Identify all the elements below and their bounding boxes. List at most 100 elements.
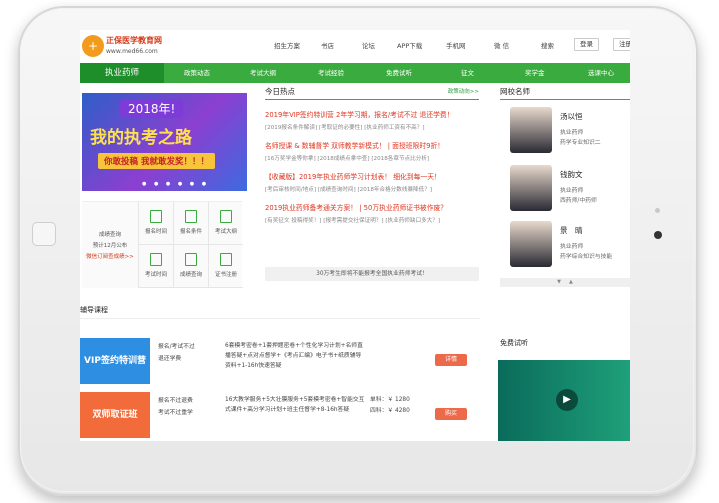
teachers-header: 网校名师 [500,85,630,100]
course-guarantee: 报名不过退费 考试不过重学 [158,398,193,416]
teacher-desc: 药学专业知识二 [560,140,601,146]
banner-slogan: 你敢投稿 我就敢发奖！！！ [98,153,215,169]
quick-reg-time[interactable]: 报名时间 [138,202,173,245]
teacher-desc: 西药师/中药师 [560,198,597,204]
register-button[interactable]: 注册 [613,38,630,51]
course-tag[interactable]: VIP签约特训营 [80,338,150,384]
topnav-enroll[interactable]: 招生方案 [274,40,300,50]
hot-news: 今日热点 政策动向>> 2019年VIP签约特训营 2年学习期，报名/考试不过 … [265,85,479,224]
quick-label: 报名条件 [179,229,202,235]
free-trial-video[interactable]: ▶ [498,360,630,441]
book-icon [220,210,232,223]
avatar [510,165,552,211]
hot-header: 今日热点 政策动向>> [265,85,479,100]
quick-outline[interactable]: 考试大纲 [208,202,243,245]
sensor-dot [655,208,660,213]
detail-button[interactable]: 详情 [435,354,467,366]
hot-title: 今日热点 [265,87,295,96]
banner-year: 2018年! [120,99,184,118]
topnav-mobile[interactable]: 手机网 [446,40,466,50]
nav-item-policy[interactable]: 政策动态 [184,63,210,83]
hot-headline[interactable]: 2019年VIP签约特训营 2年学习期，报名/考试不过 退还学费！ [265,109,479,119]
camera-icon [654,231,662,239]
quick-label: 证书注册 [214,272,237,278]
course-detail: 16大教学服务+5大壮膜服务+5套模考密卷+智能交互式课件+高分学习计划+班主任… [225,397,365,413]
teacher-card[interactable]: 钱韵文 执业药师 西药师/中药师 [500,163,630,213]
hot-sublinks[interactable]: [考后审核时间/地点] [成绩查询时间] [2018年合格分数线暴降低？] [265,185,479,193]
quick-label: 报名时间 [144,229,167,235]
courses-title: 辅导课程 [80,306,108,314]
teacher-role: 执业药师 [560,188,584,194]
top-bar: + 正保医学教育网 www.med66.com 招生方案 书店 论坛 APP下载… [80,30,630,64]
course-tag[interactable]: 双师取证班 [80,392,150,438]
nav-item-essay[interactable]: 征文 [461,63,474,83]
score-link[interactable]: 微信订阅查成绩>> [82,252,138,260]
topnav-app[interactable]: APP下载 [397,40,422,50]
tablet-photo: + 正保医学教育网 www.med66.com 招生方案 书店 论坛 APP下载… [0,0,719,503]
score-query-box[interactable]: 成绩查询 预计12月公布 微信订阅查成绩>> [82,202,138,288]
document-icon [185,210,197,223]
score-sub: 预计12月公布 [92,243,128,249]
nav-item-experience[interactable]: 考试经验 [318,63,344,83]
quick-label: 考试时间 [144,272,167,278]
nav-item-course-center[interactable]: 选课中心 [588,63,614,83]
nav-item-free-trial[interactable]: 免费试听 [386,63,412,83]
teacher-card[interactable]: 汤以恒 执业药师 药学专业知识二 [500,105,630,155]
clock-icon [150,253,162,266]
promo-banner[interactable]: 2018年! 我的执考之路 你敢投稿 我就敢发奖！！！ ● ● ● ● ● ● [82,93,247,191]
score-title: 成绩查询 [98,232,121,238]
quick-exam-time[interactable]: 考试时间 [138,245,173,288]
calendar-icon [150,210,162,223]
banner-title: 我的执考之路 [90,128,192,148]
free-trial-title: 免费试听 [500,339,528,347]
main-nav: 执业药师 政策动态 考试大纲 考试经验 免费试听 征文 奖学金 选课中心 [80,63,630,83]
course-row: VIP签约特训营 报名/考试不过 退还学费 6套模考密卷+1套押题密卷+个性化学… [80,338,480,384]
course-detail: 6套模考密卷+1套押题密卷+个性化学习计划+名师直播答疑+点对点督学+《考点汇编… [225,343,363,369]
home-button[interactable] [32,222,56,246]
chart-icon [185,253,197,266]
course-row: 双师取证班 报名不过退费 考试不过重学 16大教学服务+5大壮膜服务+5套模考密… [80,392,480,438]
teacher-name: 景 晴 [560,226,583,235]
quick-label: 考试大纲 [214,229,237,235]
topnav-forum[interactable]: 论坛 [362,40,375,50]
nav-item-outline[interactable]: 考试大纲 [250,63,276,83]
hot-sublinks[interactable]: [16万奖学金等你拿] [2018成绩点拿中查] [2018各章节点比分析] [265,154,479,162]
course-price: 单科：￥ 1280 四科：￥ 4280 [370,397,410,414]
teacher-scroll-arrows[interactable]: ▼ ▲ [500,278,630,287]
browser-screen: + 正保医学教育网 www.med66.com 招生方案 书店 论坛 APP下载… [80,30,630,441]
nav-item-scholarship[interactable]: 奖学金 [525,63,545,83]
hot-more-link[interactable]: 政策动向>> [448,85,479,99]
course-guarantee: 报名/考试不过 退还学费 [158,344,195,362]
login-button[interactable]: 登录 [574,38,599,51]
avatar [510,107,552,153]
teacher-card[interactable]: 景 晴 执业药师 药学综合知识与技能 [500,219,630,269]
play-icon[interactable]: ▶ [556,389,578,411]
teacher-desc: 药学综合知识与技能 [560,254,613,260]
quick-links: 成绩查询 预计12月公布 微信订阅查成绩>> 报名时间 报名条件 考试大纲 考试… [82,201,243,288]
quick-score[interactable]: 成绩查询 [173,245,208,288]
hot-sublinks[interactable]: [有奖征文 投稿得奖！] [报考需提交社保证明？] [执业药师缺口多大？] [265,216,479,224]
logo-icon[interactable]: + [82,35,104,57]
nav-current[interactable]: 执业药师 [80,63,164,83]
teacher-name: 汤以恒 [560,112,583,121]
teacher-name: 钱韵文 [560,170,583,179]
quick-cert[interactable]: 证书注册 [208,245,243,288]
teacher-role: 执业药师 [560,130,584,136]
hot-headline[interactable]: 2019执业药师备考通关方案！ | 50万执业药师证书被作废？ [265,202,479,212]
topnav-bookstore[interactable]: 书店 [321,40,334,50]
site-url: www.med66.com [106,48,158,55]
site-logo-text[interactable]: 正保医学教育网 [106,35,162,46]
quick-reg-cond[interactable]: 报名条件 [173,202,208,245]
hot-sublinks[interactable]: [2019报名条件解读] [考取证的必要性] [执业药师工资有不高？] [265,123,479,131]
carousel-dots[interactable]: ● ● ● ● ● ● [142,181,209,187]
avatar [510,221,552,267]
hot-notice[interactable]: 30万考生即将不能报考全国执业药师考试！ [265,267,479,281]
teacher-role: 执业药师 [560,244,584,250]
buy-button[interactable]: 购买 [435,408,467,420]
hot-headline[interactable]: 【收藏版】2019年执业药师学习计划表！ 细化到每一天！ [265,171,479,181]
topnav-search[interactable]: 搜索 [541,40,554,50]
topnav-wechat[interactable]: 微 信 [494,40,509,50]
quick-label: 成绩查询 [179,272,202,278]
hot-headline[interactable]: 名师授课 & 数辅督学 双师教学新模式！ | 面授班限时9折！ [265,140,479,150]
teachers-panel: 网校名师 汤以恒 执业药师 药学专业知识二 钱韵文 执业药师 西药师/中药师 景… [500,85,630,267]
